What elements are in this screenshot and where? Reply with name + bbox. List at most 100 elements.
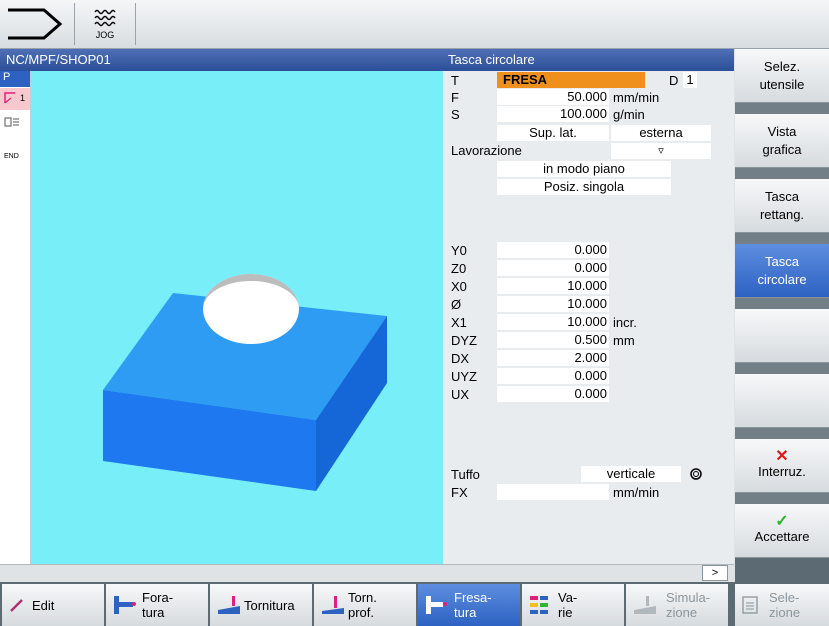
circular-pocket-line1: Tasca <box>765 253 799 269</box>
select-tool-line1: Selez. <box>763 58 801 74</box>
diameter-label: Ø <box>451 297 462 312</box>
UX-field[interactable]: 0.000 <box>497 386 609 402</box>
turning-icon <box>218 596 240 614</box>
FX-label: FX <box>451 485 468 500</box>
contour-turning-softkey[interactable]: Torn. prof. <box>314 584 416 626</box>
FX-unit: mm/min <box>613 485 660 500</box>
help-graphic <box>31 71 443 564</box>
softkey-divider <box>735 363 829 374</box>
X1-unit: incr. <box>613 315 637 330</box>
softkey-divider <box>735 103 829 114</box>
misc-line1: Va- <box>558 590 578 605</box>
X1-label: X1 <box>451 315 467 330</box>
contour-turning-line1: Torn. <box>348 590 377 605</box>
F-field[interactable]: 50.000 <box>497 89 609 105</box>
contour-turning-icon <box>322 596 344 614</box>
milling-direction-icon[interactable] <box>689 467 703 481</box>
status-bar <box>0 564 734 581</box>
tuffo-label: Tuffo <box>451 467 480 482</box>
step-p-label: P <box>3 71 11 83</box>
drilling-line2: tura <box>142 605 165 620</box>
vertical-softkeys: Selez. utensile Vista grafica Tasca rett… <box>735 49 829 610</box>
step-1[interactable]: 1 <box>0 88 30 110</box>
accept-check-icon: ✓ <box>775 512 789 530</box>
rect-pocket-softkey[interactable]: Tasca rettang. <box>735 179 829 233</box>
graphic-view-line2: grafica <box>762 141 802 157</box>
step-end-label: END <box>4 153 19 160</box>
positioning-field[interactable]: Posiz. singola <box>497 179 671 195</box>
tool-name-field[interactable]: FRESA <box>497 72 645 88</box>
step-1-label: 1 <box>20 93 26 103</box>
D-field[interactable]: 1 <box>683 72 697 88</box>
X0-label: X0 <box>451 279 467 294</box>
accept-softkey[interactable]: ✓ Accettare <box>735 504 829 558</box>
surface-position-field[interactable]: esterna <box>611 125 711 141</box>
contour-step-icon <box>4 92 15 104</box>
cancel-softkey[interactable]: ✕ Interruz. <box>735 439 829 493</box>
jog-mode-indicator: JOG <box>74 3 136 45</box>
DX-field[interactable]: 2.000 <box>497 350 609 366</box>
lavorazione-dropdown[interactable]: ▿ <box>611 143 711 159</box>
program-path: NC/MPF/SHOP01 <box>6 52 111 67</box>
edit-label: Edit <box>32 597 55 613</box>
S-field[interactable]: 100.000 <box>497 106 609 122</box>
S-label: S <box>451 107 460 122</box>
jog-label: JOG <box>95 30 115 40</box>
softkey-divider <box>735 233 829 244</box>
S-unit: g/min <box>613 107 645 122</box>
X0-field[interactable]: 10.000 <box>497 278 609 294</box>
empty-softkey-5[interactable] <box>735 309 829 363</box>
DYZ-unit: mm <box>613 333 635 348</box>
misc-softkey[interactable]: Va-rie <box>522 584 624 626</box>
Y0-label: Y0 <box>451 243 467 258</box>
program-header: NC/MPF/SHOP01 Tasca circolare <box>0 49 734 71</box>
diameter-field[interactable]: 10.000 <box>497 296 609 312</box>
graphic-view-softkey[interactable]: Vista grafica <box>735 114 829 168</box>
circular-pocket-softkey[interactable]: Tasca circolare <box>735 244 829 298</box>
selection-line1: Sele- <box>769 590 800 605</box>
UYZ-field[interactable]: 0.000 <box>497 368 609 384</box>
Y0-field[interactable]: 0.000 <box>497 242 609 258</box>
lavorazione-label: Lavorazione <box>451 143 522 158</box>
program-step-list: P 1 END <box>0 71 31 564</box>
misc-line2: rie <box>558 605 573 620</box>
FX-field[interactable] <box>497 484 609 500</box>
contour-turning-line2: prof. <box>348 605 375 620</box>
jog-wave-icon <box>94 9 116 27</box>
F-unit: mm/min <box>613 90 660 105</box>
accept-label: Accettare <box>754 528 810 544</box>
simulation-icon <box>634 596 656 614</box>
machining-surface-field[interactable]: Sup. lat. <box>497 125 609 141</box>
graphic-view-line1: Vista <box>767 123 797 139</box>
simulation-line1: Simula- <box>666 590 711 605</box>
X1-field[interactable]: 10.000 <box>497 314 609 330</box>
softkey-divider <box>735 168 829 179</box>
simulation-line2: zione <box>666 605 698 620</box>
tuffo-field[interactable]: verticale <box>581 466 681 482</box>
circular-pocket-line2: circolare <box>757 271 807 287</box>
F-label: F <box>451 90 459 105</box>
edit-softkey[interactable]: Edit <box>2 584 104 626</box>
DX-label: DX <box>451 351 470 366</box>
milling-line1: Fresa- <box>454 590 492 605</box>
softkey-divider <box>735 298 829 309</box>
step-p[interactable]: P <box>0 71 30 87</box>
milling-softkey[interactable]: Fresa-tura <box>418 584 520 626</box>
simulation-softkey[interactable]: Simula-zione <box>626 584 728 626</box>
selection-softkey[interactable]: Sele-zione <box>735 584 829 626</box>
select-tool-softkey[interactable]: Selez. utensile <box>735 49 829 103</box>
drilling-softkey[interactable]: Fora-tura <box>106 584 208 626</box>
select-tool-line2: utensile <box>759 76 805 92</box>
softkey-divider <box>735 493 829 504</box>
turning-softkey[interactable]: Tornitura <box>210 584 312 626</box>
step-end[interactable]: END <box>0 153 30 167</box>
step-pocket[interactable] <box>0 113 30 133</box>
misc-icon <box>530 596 548 614</box>
Z0-field[interactable]: 0.000 <box>497 260 609 276</box>
top-status-bar: JOG <box>0 0 829 49</box>
empty-softkey-6[interactable] <box>735 374 829 428</box>
next-softkeys-button[interactable]: > <box>702 565 728 581</box>
machining-mode-field[interactable]: in modo piano <box>497 161 671 177</box>
DYZ-field[interactable]: 0.500 <box>497 332 609 348</box>
milling-icon <box>426 596 447 614</box>
